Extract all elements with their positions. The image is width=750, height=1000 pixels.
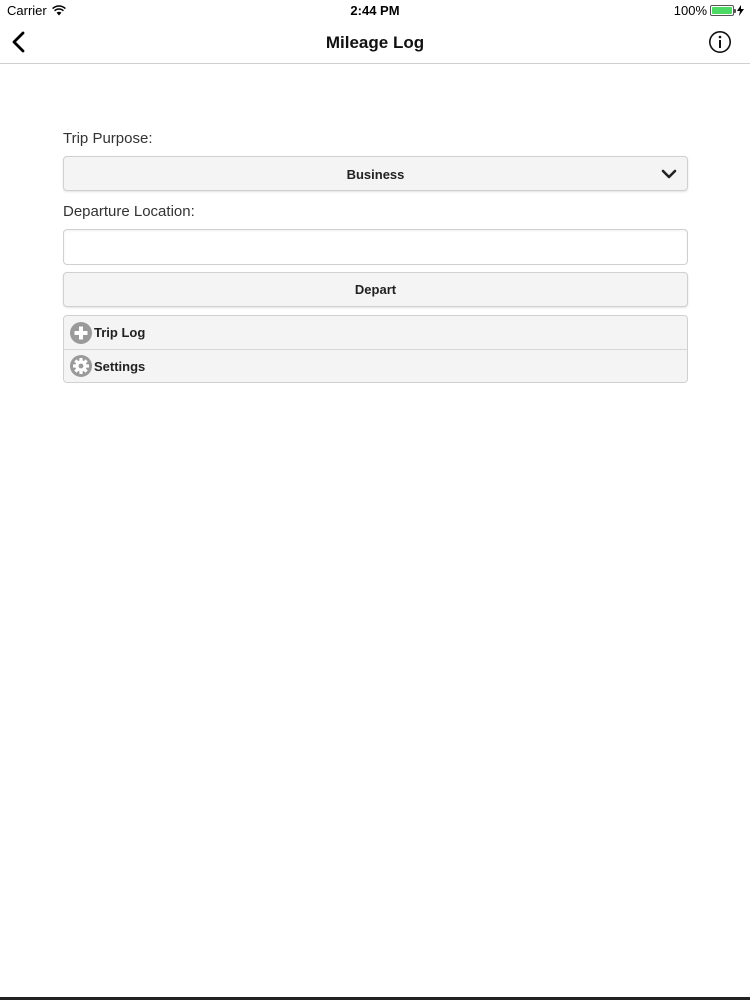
gear-icon bbox=[70, 355, 92, 377]
settings-label: Settings bbox=[94, 358, 146, 374]
battery-fill bbox=[712, 7, 732, 14]
chevron-down-icon bbox=[661, 169, 677, 179]
info-icon bbox=[709, 31, 731, 53]
trip-purpose-select[interactable]: Business bbox=[63, 156, 688, 191]
trip-purpose-label: Trip Purpose: bbox=[63, 130, 153, 147]
status-bar: Carrier 2:44 PM 100% bbox=[0, 0, 750, 22]
battery-percent: 100% bbox=[673, 3, 707, 18]
settings-section[interactable]: Settings bbox=[64, 349, 687, 382]
departure-location-input[interactable] bbox=[63, 229, 688, 265]
trip-log-section[interactable]: Trip Log bbox=[64, 316, 687, 349]
departure-location-label: Departure Location: bbox=[63, 203, 195, 220]
form-content: Trip Purpose: Business Departure Locatio… bbox=[63, 128, 688, 383]
mileage-log-screen: Carrier 2:44 PM 100% Mileage Log Trip Pu… bbox=[0, 0, 750, 1000]
status-time: 2:44 PM bbox=[350, 3, 400, 18]
info-button[interactable] bbox=[708, 30, 732, 54]
nav-bar: Mileage Log bbox=[0, 22, 750, 64]
charging-bolt-icon bbox=[737, 5, 744, 16]
battery-icon bbox=[710, 5, 736, 16]
depart-button[interactable]: Depart bbox=[63, 272, 688, 307]
status-right: 100% bbox=[674, 3, 744, 18]
trip-log-label: Trip Log bbox=[94, 325, 146, 340]
trip-purpose-value: Business bbox=[346, 167, 405, 182]
plus-icon bbox=[70, 321, 92, 344]
collapsible-set: Trip Log Settings bbox=[63, 315, 688, 383]
page-title: Mileage Log bbox=[325, 33, 425, 52]
